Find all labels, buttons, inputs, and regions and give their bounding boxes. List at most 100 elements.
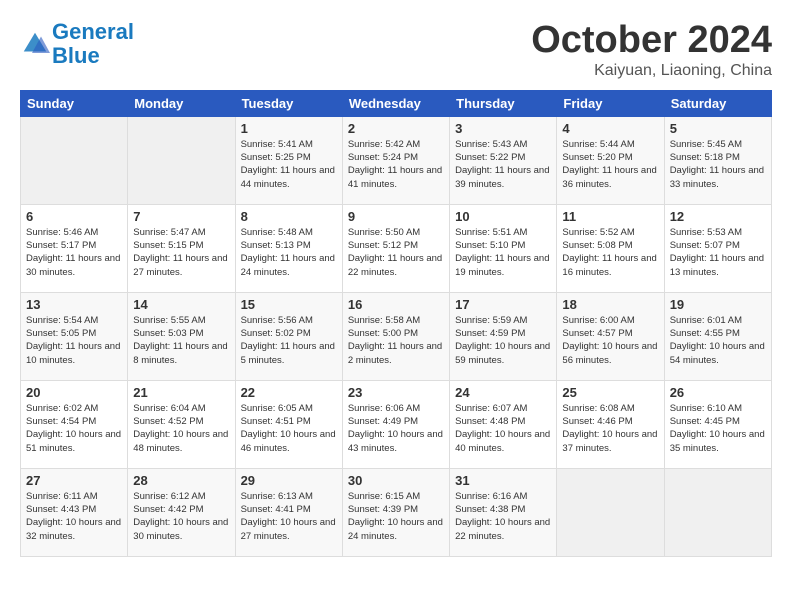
day-number: 21: [133, 385, 229, 400]
day-cell: [557, 468, 664, 556]
day-number: 31: [455, 473, 551, 488]
day-info: Sunrise: 6:00 AM Sunset: 4:57 PM Dayligh…: [562, 314, 658, 367]
day-number: 10: [455, 209, 551, 224]
day-number: 13: [26, 297, 122, 312]
day-info: Sunrise: 6:02 AM Sunset: 4:54 PM Dayligh…: [26, 402, 122, 455]
day-cell: 14Sunrise: 5:55 AM Sunset: 5:03 PM Dayli…: [128, 292, 235, 380]
day-info: Sunrise: 6:04 AM Sunset: 4:52 PM Dayligh…: [133, 402, 229, 455]
day-number: 22: [241, 385, 337, 400]
day-info: Sunrise: 5:42 AM Sunset: 5:24 PM Dayligh…: [348, 138, 444, 191]
day-number: 29: [241, 473, 337, 488]
day-cell: 8 Sunrise: 5:48 AM Sunset: 5:13 PM Daylig…: [235, 204, 342, 292]
day-number: 14: [133, 297, 229, 312]
header: General Blue October 2024 Kaiyuan, Liaon…: [20, 20, 772, 80]
day-cell: 29 Sunrise: 6:13 AM Sunset: 4:41 PM Dayli…: [235, 468, 342, 556]
day-cell: 4 Sunrise: 5:44 AM Sunset: 5:20 PM Daylig…: [557, 116, 664, 204]
header-wednesday: Wednesday: [342, 90, 449, 116]
day-info: Sunrise: 6:11 AM Sunset: 4:43 PM Dayligh…: [26, 490, 122, 543]
day-number: 19: [670, 297, 766, 312]
day-cell: 21 Sunrise: 6:04 AM Sunset: 4:52 PM Dayli…: [128, 380, 235, 468]
week-row-4: 20 Sunrise: 6:02 AM Sunset: 4:54 PM Dayli…: [21, 380, 772, 468]
day-info: Sunrise: 5:52 AM Sunset: 5:08 PM Dayligh…: [562, 226, 658, 279]
day-cell: 12 Sunrise: 5:53 AM Sunset: 5:07 PM Dayli…: [664, 204, 771, 292]
week-row-5: 27Sunrise: 6:11 AM Sunset: 4:43 PM Dayli…: [21, 468, 772, 556]
day-number: 12: [670, 209, 766, 224]
day-number: 17: [455, 297, 551, 312]
day-cell: 1 Sunrise: 5:41 AM Sunset: 5:25 PM Daylig…: [235, 116, 342, 204]
day-info: Sunrise: 6:08 AM Sunset: 4:46 PM Dayligh…: [562, 402, 658, 455]
calendar: SundayMondayTuesdayWednesdayThursdayFrid…: [20, 90, 772, 557]
day-number: 3: [455, 121, 551, 136]
day-cell: 23 Sunrise: 6:06 AM Sunset: 4:49 PM Dayli…: [342, 380, 449, 468]
day-number: 7: [133, 209, 229, 224]
day-cell: 11 Sunrise: 5:52 AM Sunset: 5:08 PM Dayli…: [557, 204, 664, 292]
day-cell: 26Sunrise: 6:10 AM Sunset: 4:45 PM Dayli…: [664, 380, 771, 468]
day-number: 4: [562, 121, 658, 136]
logo-line1: General: [52, 19, 134, 44]
day-cell: 5Sunrise: 5:45 AM Sunset: 5:18 PM Daylig…: [664, 116, 771, 204]
day-info: Sunrise: 6:13 AM Sunset: 4:41 PM Dayligh…: [241, 490, 337, 543]
day-cell: [21, 116, 128, 204]
day-info: Sunrise: 5:48 AM Sunset: 5:13 PM Dayligh…: [241, 226, 337, 279]
day-info: Sunrise: 5:45 AM Sunset: 5:18 PM Dayligh…: [670, 138, 766, 191]
day-cell: 6Sunrise: 5:46 AM Sunset: 5:17 PM Daylig…: [21, 204, 128, 292]
header-thursday: Thursday: [450, 90, 557, 116]
day-info: Sunrise: 6:05 AM Sunset: 4:51 PM Dayligh…: [241, 402, 337, 455]
day-info: Sunrise: 6:07 AM Sunset: 4:48 PM Dayligh…: [455, 402, 551, 455]
day-info: Sunrise: 6:10 AM Sunset: 4:45 PM Dayligh…: [670, 402, 766, 455]
day-number: 1: [241, 121, 337, 136]
day-info: Sunrise: 5:51 AM Sunset: 5:10 PM Dayligh…: [455, 226, 551, 279]
header-tuesday: Tuesday: [235, 90, 342, 116]
day-number: 18: [562, 297, 658, 312]
day-cell: 16 Sunrise: 5:58 AM Sunset: 5:00 PM Dayli…: [342, 292, 449, 380]
day-cell: 30 Sunrise: 6:15 AM Sunset: 4:39 PM Dayli…: [342, 468, 449, 556]
day-cell: [664, 468, 771, 556]
day-info: Sunrise: 5:53 AM Sunset: 5:07 PM Dayligh…: [670, 226, 766, 279]
day-info: Sunrise: 6:15 AM Sunset: 4:39 PM Dayligh…: [348, 490, 444, 543]
day-info: Sunrise: 6:06 AM Sunset: 4:49 PM Dayligh…: [348, 402, 444, 455]
day-number: 16: [348, 297, 444, 312]
day-info: Sunrise: 6:12 AM Sunset: 4:42 PM Dayligh…: [133, 490, 229, 543]
day-cell: 19 Sunrise: 6:01 AM Sunset: 4:55 PM Dayli…: [664, 292, 771, 380]
day-info: Sunrise: 5:44 AM Sunset: 5:20 PM Dayligh…: [562, 138, 658, 191]
day-number: 8: [241, 209, 337, 224]
day-info: Sunrise: 5:43 AM Sunset: 5:22 PM Dayligh…: [455, 138, 551, 191]
day-number: 25: [562, 385, 658, 400]
day-number: 30: [348, 473, 444, 488]
day-number: 23: [348, 385, 444, 400]
logo-text: General Blue: [52, 20, 134, 68]
week-row-2: 6Sunrise: 5:46 AM Sunset: 5:17 PM Daylig…: [21, 204, 772, 292]
day-cell: 7Sunrise: 5:47 AM Sunset: 5:15 PM Daylig…: [128, 204, 235, 292]
header-saturday: Saturday: [664, 90, 771, 116]
page: General Blue October 2024 Kaiyuan, Liaon…: [0, 0, 792, 567]
day-cell: 17 Sunrise: 5:59 AM Sunset: 4:59 PM Dayli…: [450, 292, 557, 380]
day-info: Sunrise: 5:46 AM Sunset: 5:17 PM Dayligh…: [26, 226, 122, 279]
day-info: Sunrise: 6:01 AM Sunset: 4:55 PM Dayligh…: [670, 314, 766, 367]
day-cell: 20 Sunrise: 6:02 AM Sunset: 4:54 PM Dayli…: [21, 380, 128, 468]
day-cell: [128, 116, 235, 204]
day-cell: 22 Sunrise: 6:05 AM Sunset: 4:51 PM Dayli…: [235, 380, 342, 468]
day-number: 24: [455, 385, 551, 400]
day-info: Sunrise: 5:56 AM Sunset: 5:02 PM Dayligh…: [241, 314, 337, 367]
day-info: Sunrise: 5:50 AM Sunset: 5:12 PM Dayligh…: [348, 226, 444, 279]
month-title: October 2024: [531, 20, 772, 62]
title-block: October 2024 Kaiyuan, Liaoning, China: [531, 20, 772, 80]
day-cell: 2 Sunrise: 5:42 AM Sunset: 5:24 PM Daylig…: [342, 116, 449, 204]
header-sunday: Sunday: [21, 90, 128, 116]
day-cell: 9Sunrise: 5:50 AM Sunset: 5:12 PM Daylig…: [342, 204, 449, 292]
day-cell: 10 Sunrise: 5:51 AM Sunset: 5:10 PM Dayli…: [450, 204, 557, 292]
day-info: Sunrise: 5:41 AM Sunset: 5:25 PM Dayligh…: [241, 138, 337, 191]
day-number: 2: [348, 121, 444, 136]
logo: General Blue: [20, 20, 134, 68]
day-info: Sunrise: 5:59 AM Sunset: 4:59 PM Dayligh…: [455, 314, 551, 367]
week-row-3: 13Sunrise: 5:54 AM Sunset: 5:05 PM Dayli…: [21, 292, 772, 380]
day-cell: 28Sunrise: 6:12 AM Sunset: 4:42 PM Dayli…: [128, 468, 235, 556]
day-cell: 18 Sunrise: 6:00 AM Sunset: 4:57 PM Dayli…: [557, 292, 664, 380]
day-number: 20: [26, 385, 122, 400]
day-info: Sunrise: 5:58 AM Sunset: 5:00 PM Dayligh…: [348, 314, 444, 367]
day-number: 11: [562, 209, 658, 224]
header-monday: Monday: [128, 90, 235, 116]
day-cell: 13Sunrise: 5:54 AM Sunset: 5:05 PM Dayli…: [21, 292, 128, 380]
week-row-1: 1 Sunrise: 5:41 AM Sunset: 5:25 PM Daylig…: [21, 116, 772, 204]
location-subtitle: Kaiyuan, Liaoning, China: [531, 62, 772, 80]
